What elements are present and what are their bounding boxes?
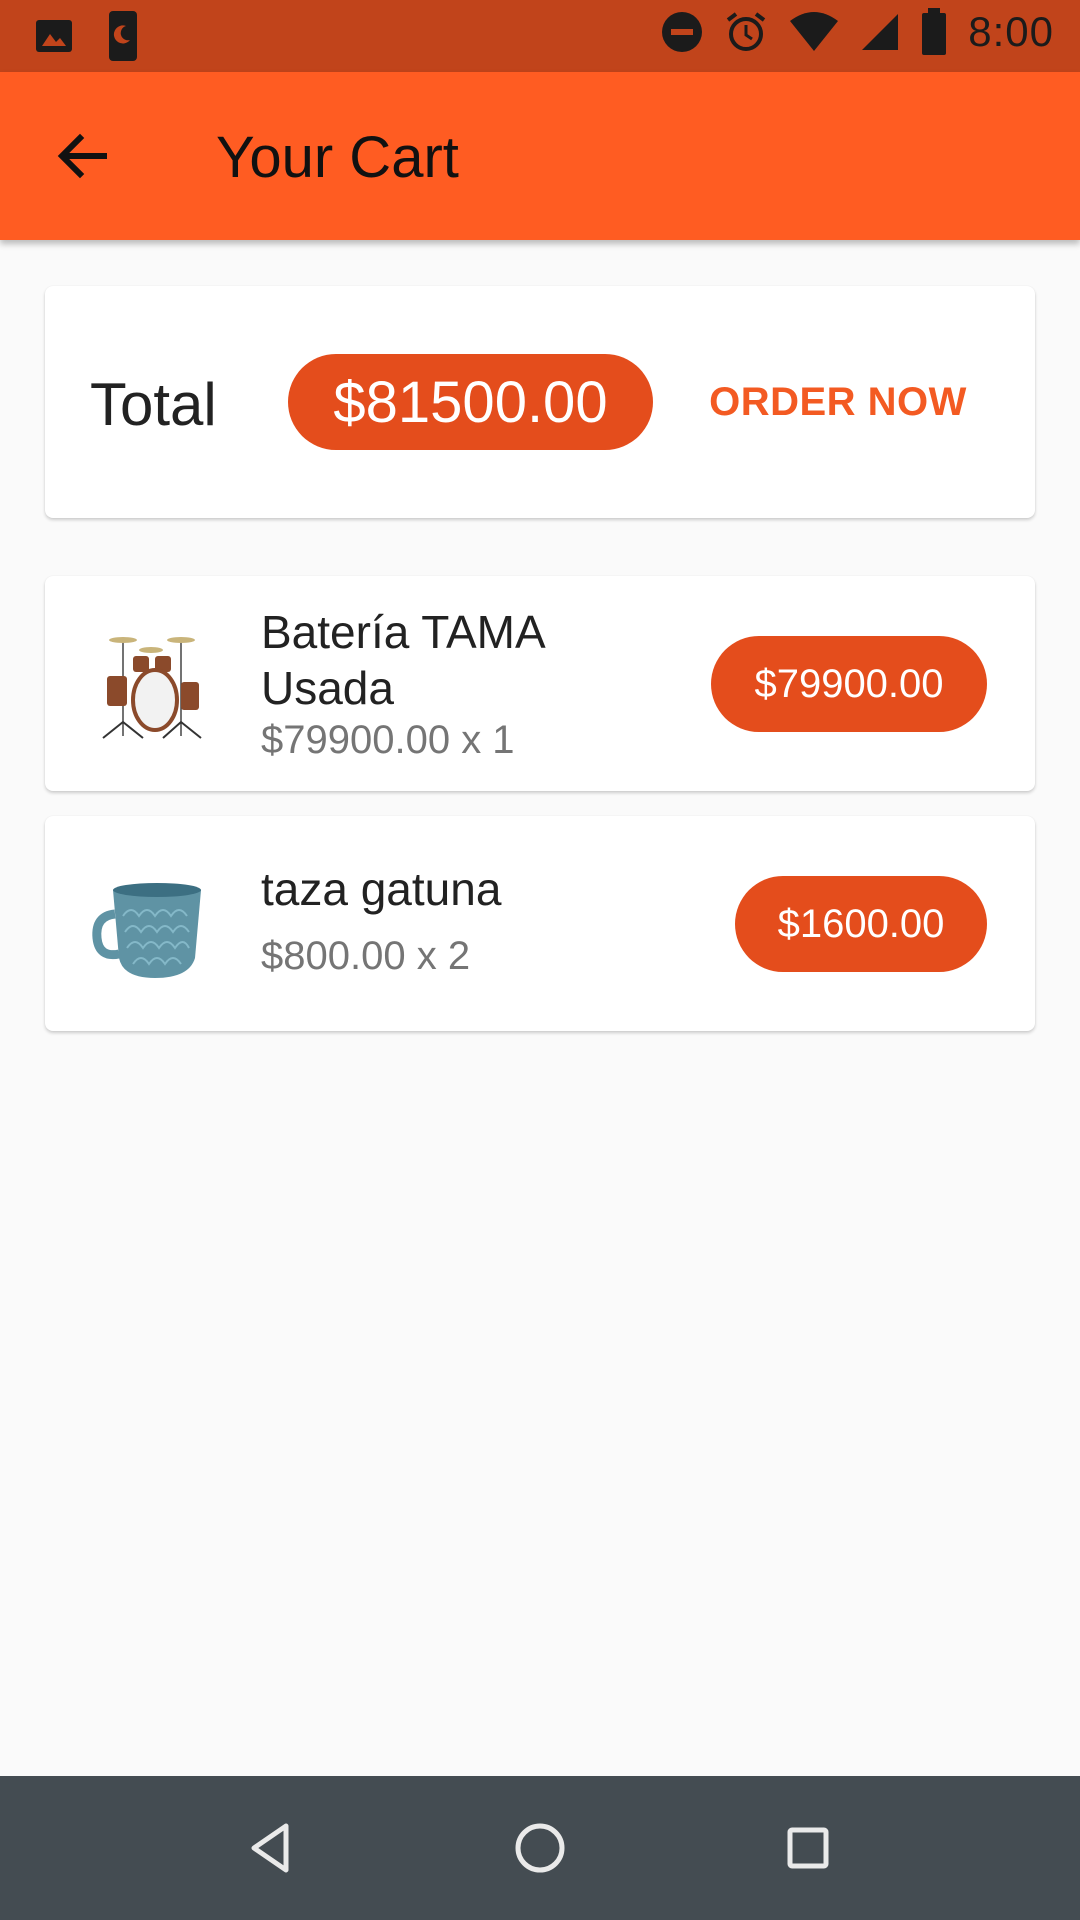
page-title: Your Cart — [216, 125, 459, 190]
battery-icon — [922, 8, 947, 55]
cart-item: taza gatuna $800.00 x 2 $1600.00 — [45, 816, 1035, 1031]
app-bar: Your Cart — [0, 72, 1080, 240]
wifi-icon — [790, 12, 839, 51]
back-button[interactable] — [52, 126, 112, 186]
total-amount-chip: $81500.00 — [288, 354, 653, 450]
status-bar: 8:00 — [0, 0, 1080, 72]
cart-screen: 8:00 Your Cart Total $81500.00 ORDER NOW — [0, 0, 1080, 1920]
status-time: 8:00 — [968, 8, 1054, 55]
item-total-chip: $79900.00 — [711, 636, 987, 732]
drum-kit-image — [89, 626, 209, 746]
item-quantity: $800.00 x 2 — [261, 934, 471, 978]
total-card: Total $81500.00 ORDER NOW — [45, 286, 1035, 518]
nav-back-icon[interactable] — [238, 1816, 302, 1880]
do-not-disturb-icon — [662, 12, 703, 52]
item-name: Batería TAMA Usada — [261, 606, 544, 714]
nav-recents-icon[interactable] — [776, 1816, 840, 1880]
blue-mug-image — [89, 866, 209, 986]
nav-home-icon[interactable] — [508, 1816, 572, 1880]
navigation-bar — [0, 1776, 1080, 1920]
cell-signal-icon — [862, 14, 899, 50]
arrow-back-icon — [57, 133, 107, 179]
order-now-button[interactable]: ORDER NOW — [703, 364, 973, 440]
cart-item: Batería TAMA Usada $79900.00 x 1 $79900.… — [45, 576, 1035, 791]
item-total-chip: $1600.00 — [735, 876, 987, 972]
item-name: taza gatuna — [261, 863, 502, 915]
item-quantity: $79900.00 x 1 — [261, 718, 515, 762]
phone-night-icon — [109, 11, 137, 61]
total-label: Total — [90, 371, 217, 438]
alarm-icon — [727, 12, 766, 51]
image-icon — [36, 20, 72, 52]
